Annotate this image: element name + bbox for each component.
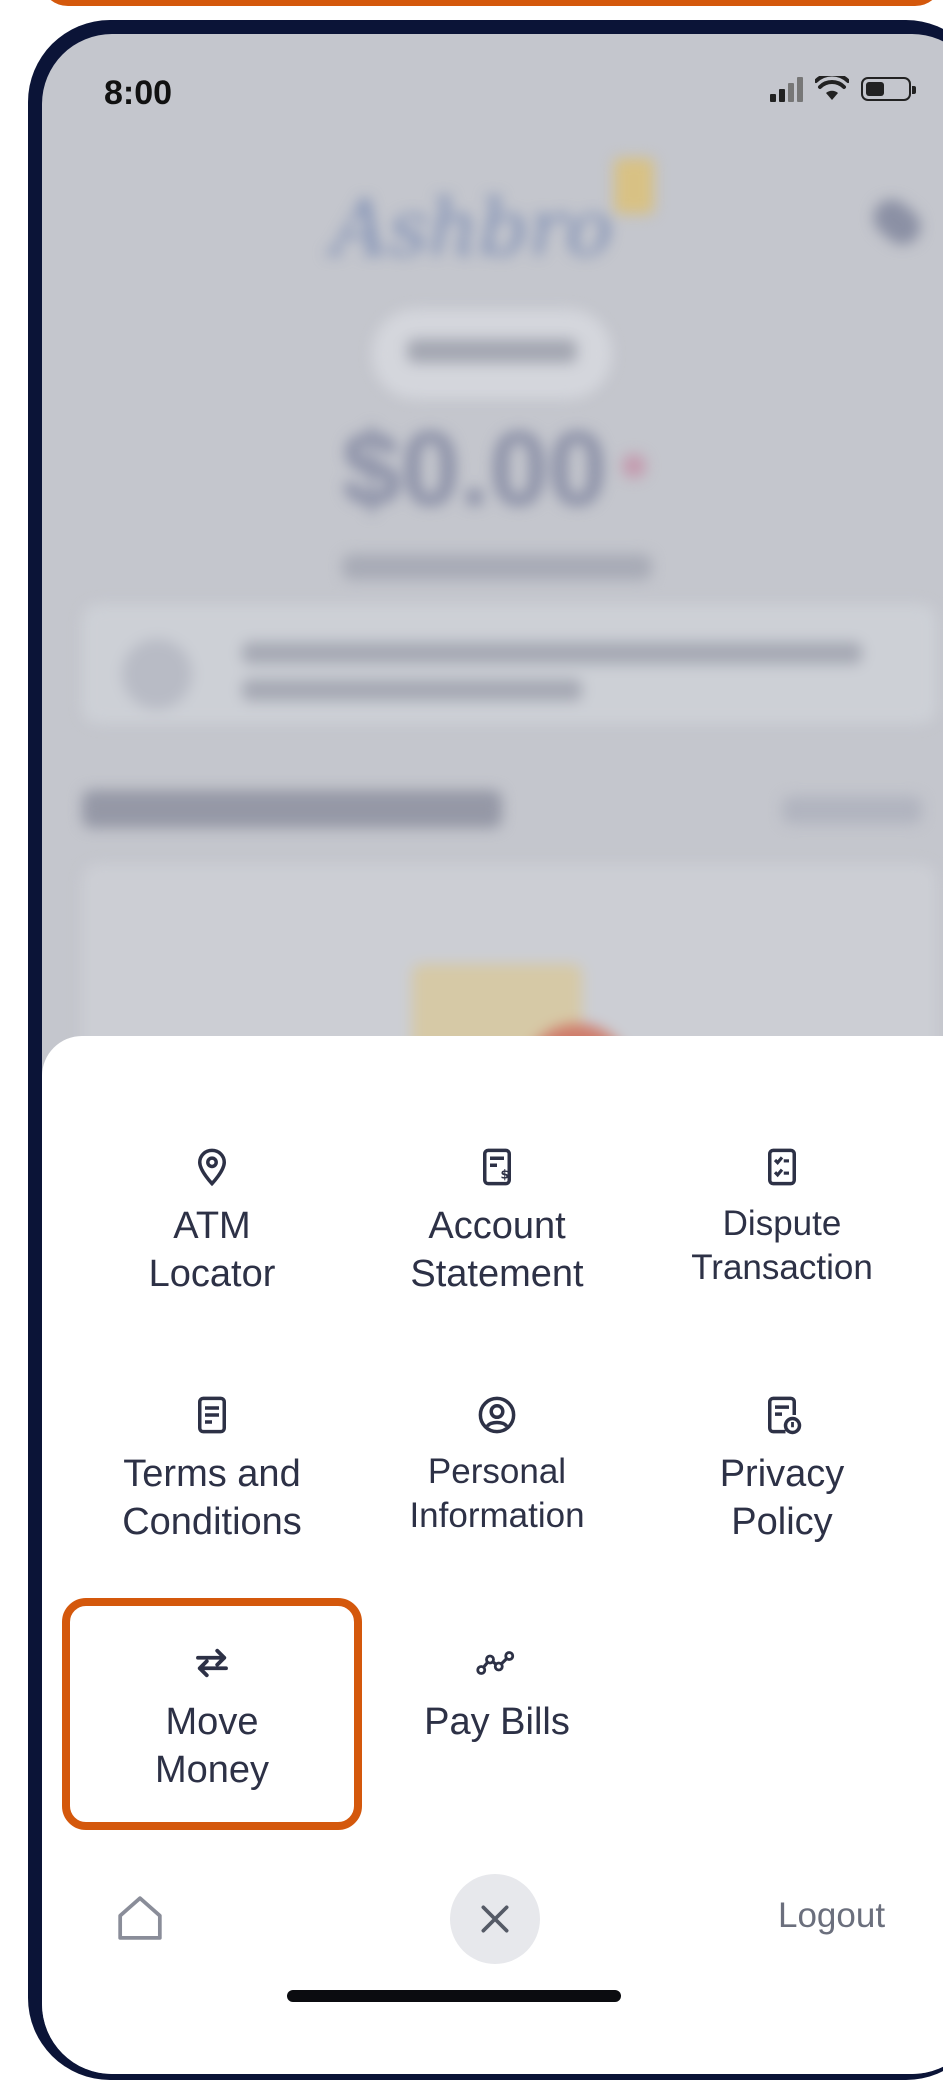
location-pin-icon bbox=[197, 1148, 227, 1187]
statement-icon: $ bbox=[483, 1148, 511, 1186]
menu-label: ATM Locator bbox=[148, 1205, 276, 1295]
close-icon bbox=[481, 1905, 509, 1933]
menu-label: Privacy Policy bbox=[719, 1453, 845, 1543]
home-icon[interactable] bbox=[112, 1890, 168, 1946]
user-circle-icon bbox=[478, 1396, 516, 1434]
balance-label bbox=[342, 554, 652, 580]
recent-transactions-title bbox=[82, 790, 502, 828]
menu-item-dispute-transaction[interactable]: Dispute Transaction bbox=[632, 1146, 932, 1290]
info-card-line bbox=[242, 642, 862, 664]
menu-label: Pay Bills bbox=[424, 1701, 570, 1743]
signal-icon bbox=[770, 76, 803, 102]
menu-item-atm-locator[interactable]: ATM Locator bbox=[62, 1146, 362, 1298]
status-time: 8:00 bbox=[104, 74, 173, 112]
menu-item-pay-bills[interactable]: Pay Bills bbox=[347, 1642, 647, 1746]
balance-info-icon bbox=[622, 454, 646, 478]
home-indicator bbox=[287, 1990, 621, 2002]
menu-item-account-statement[interactable]: $ Account Statement bbox=[347, 1146, 647, 1298]
battery-icon bbox=[861, 77, 916, 101]
menu-sheet: ATM Locator $ Account Statement Dispute … bbox=[42, 1036, 943, 2074]
info-card-line bbox=[242, 679, 582, 701]
highlight-frame-top bbox=[40, 0, 943, 6]
bottom-bar: Logout bbox=[42, 1856, 943, 1976]
phone-frame: Ashbro $0.00 8:00 ATM Locator $ Account … bbox=[28, 20, 943, 2080]
badge-icon bbox=[614, 158, 654, 214]
screen: Ashbro $0.00 8:00 ATM Locator $ Account … bbox=[42, 34, 943, 2074]
menu-item-personal-information[interactable]: Personal Information bbox=[347, 1394, 647, 1538]
balance-amount: $0.00 bbox=[342, 410, 608, 528]
menu-label: Terms and Conditions bbox=[122, 1453, 302, 1543]
checklist-icon bbox=[768, 1148, 796, 1186]
privacy-document-icon bbox=[768, 1396, 802, 1435]
app-logo: Ashbro bbox=[332, 184, 613, 274]
info-card-icon bbox=[122, 639, 192, 709]
view-all-link bbox=[782, 796, 922, 824]
info-card bbox=[82, 604, 937, 724]
highlight-move-money bbox=[62, 1598, 362, 1830]
trend-line-icon bbox=[476, 1651, 515, 1675]
menu-item-privacy-policy[interactable]: Privacy Policy bbox=[632, 1394, 932, 1546]
menu-item-terms-and-conditions[interactable]: Terms and Conditions bbox=[62, 1394, 362, 1546]
close-button[interactable] bbox=[450, 1874, 540, 1964]
wifi-icon bbox=[815, 76, 849, 100]
logout-button[interactable]: Logout bbox=[778, 1896, 885, 1936]
menu-label: Account Statement bbox=[410, 1205, 584, 1295]
svg-text:$: $ bbox=[501, 1167, 510, 1181]
menu-label: Personal Information bbox=[409, 1452, 585, 1535]
phone-icon bbox=[866, 192, 928, 252]
document-icon bbox=[198, 1396, 226, 1434]
status-icons bbox=[770, 76, 916, 102]
account-pill-text bbox=[407, 339, 577, 363]
menu-label: Dispute Transaction bbox=[691, 1204, 873, 1287]
